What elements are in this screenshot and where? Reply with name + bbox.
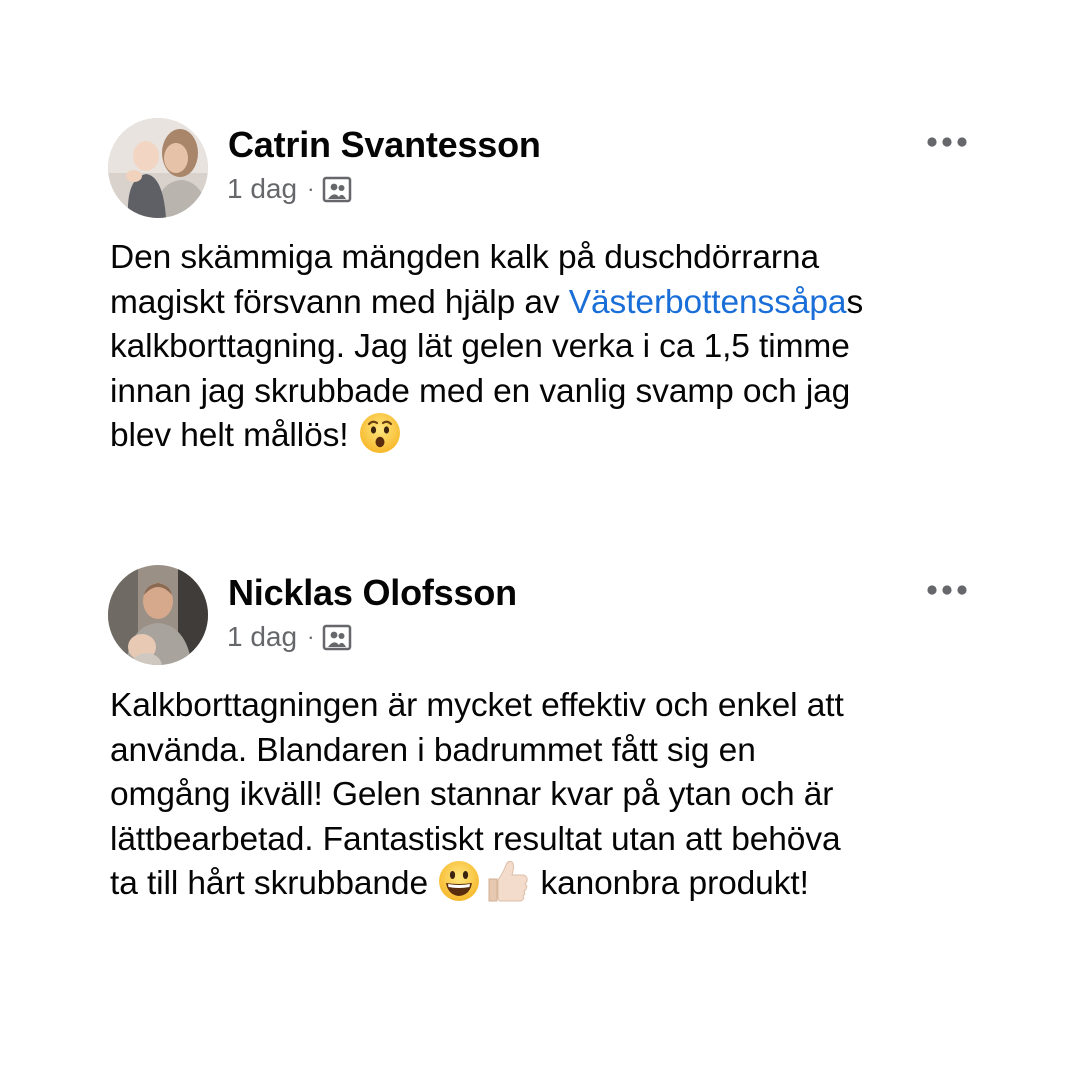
post-text-fragment: s [846, 283, 864, 321]
post-text-line: innan jag skrubbade med en vanlig svamp … [110, 372, 851, 410]
avatar[interactable] [108, 118, 208, 218]
separator: · [307, 176, 315, 201]
post-text-line: använda. Blandaren i badrummet fått sig … [110, 731, 756, 769]
timestamp[interactable]: 1 dag [227, 173, 297, 205]
post-nicklas: Nicklas Olofsson 1 dag · Kalkborttagning… [0, 448, 1080, 902]
thumbs-up-emoji [481, 859, 531, 903]
post-text: Kalkborttagningen är mycket effektiv och… [110, 684, 990, 907]
post-catrin: Catrin Svantesson 1 dag · Den skämmiga m… [0, 0, 1080, 454]
grinning-face-emoji [437, 859, 481, 903]
post-text-fragment: magiskt försvann med hjälp av [110, 283, 569, 321]
timestamp[interactable]: 1 dag [227, 621, 297, 653]
avatar[interactable] [108, 565, 208, 665]
post-meta: 1 dag · [227, 173, 352, 205]
more-options-icon[interactable] [924, 130, 970, 154]
post-text-line: Kalkborttagningen är mycket effektiv och… [110, 687, 844, 724]
post-text-fragment: kanonbra produkt! [540, 865, 809, 902]
photo-album-icon [322, 175, 352, 203]
post-text-line: omgång ikväll! Gelen stannar kvar på yta… [110, 776, 834, 813]
post-text-line: magiskt försvann med hjälp av Västerbott… [110, 281, 990, 326]
photo-album-icon [322, 623, 352, 651]
page-mention-link[interactable]: Västerbottenssåpa [569, 284, 847, 321]
post-text: Den skämmiga mängden kalk på duschdörrar… [110, 236, 990, 459]
author-name[interactable]: Nicklas Olofsson [228, 572, 517, 614]
post-meta: 1 dag · [227, 621, 352, 653]
post-text-line: lättbearbetad. Fantastiskt resultat utan… [110, 820, 841, 858]
post-text-line: ta till hårt skrubbande kanonbra produkt… [110, 859, 990, 907]
post-text-line: kalkborttagning. Jag lät gelen verka i c… [110, 328, 850, 365]
separator: · [307, 624, 315, 649]
post-text-line: Den skämmiga mängden kalk på duschdörrar… [110, 239, 819, 276]
author-name[interactable]: Catrin Svantesson [228, 124, 541, 166]
post-text-fragment: ta till hårt skrubbande [110, 865, 428, 902]
more-options-icon[interactable] [924, 578, 970, 602]
